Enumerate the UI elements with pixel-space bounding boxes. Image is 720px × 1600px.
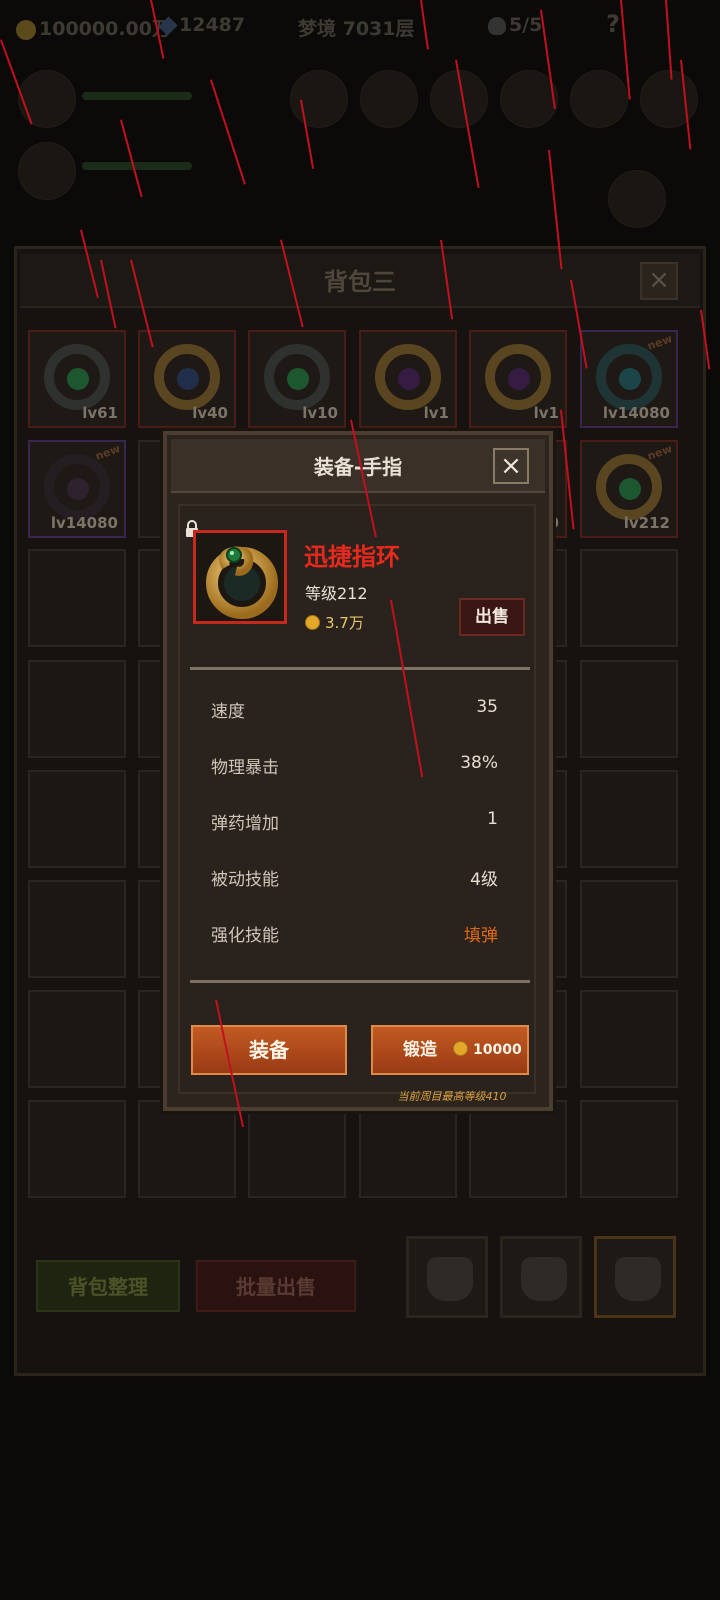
new-badge: new	[645, 442, 674, 463]
bag-slot[interactable]	[580, 660, 678, 758]
backpack-icon	[615, 1257, 661, 1301]
bag-item[interactable]: new lv14080	[580, 330, 678, 428]
max-level-note: 当前周目最高等级410	[397, 1090, 507, 1103]
divider	[190, 980, 530, 983]
new-badge: new	[645, 332, 674, 353]
bag-slot[interactable]	[28, 880, 126, 978]
hero-avatar[interactable]	[18, 142, 76, 200]
equip-slot-icon[interactable]	[570, 70, 628, 128]
bag-slot[interactable]	[580, 549, 678, 647]
item-icon-frame	[193, 530, 287, 624]
gem-icon	[158, 15, 178, 36]
ring-icon	[206, 546, 278, 619]
bag-slot[interactable]	[28, 770, 126, 868]
stat-value: 35	[476, 697, 498, 717]
bag-item[interactable]: lv61	[28, 330, 126, 428]
skull-counter: 5/5	[488, 14, 542, 36]
stat-value: 38%	[460, 753, 498, 773]
stat-label: 弹药增加	[211, 814, 279, 834]
coin-icon	[453, 1041, 468, 1056]
item-price: 3.7万	[305, 612, 364, 633]
backpack-icon	[427, 1257, 473, 1301]
hero-hp-bar	[82, 92, 192, 100]
bag-tab-1[interactable]	[406, 1236, 488, 1318]
bag-item[interactable]: new lv14080	[28, 440, 126, 538]
help-icon[interactable]: ?	[606, 10, 620, 38]
bag-slot[interactable]	[248, 1100, 346, 1198]
backpack-icon	[521, 1257, 567, 1301]
bag-close-button[interactable]: ×	[640, 262, 678, 300]
batch-sell-button[interactable]: 批量出售	[196, 1260, 356, 1312]
gem-icon	[508, 368, 530, 390]
item-level-label: lv212	[623, 514, 670, 532]
enhance-skill-value: 填弹	[464, 926, 498, 946]
hero-avatar[interactable]	[18, 70, 76, 128]
gem-icon	[619, 368, 641, 390]
stat-label: 被动技能	[211, 870, 279, 890]
stat-value: 1	[487, 809, 498, 829]
coin-icon	[16, 19, 36, 40]
stat-label: 速度	[211, 702, 245, 722]
item-level-label: lv14080	[602, 404, 670, 422]
close-icon: ×	[648, 265, 670, 295]
dialog-close-button[interactable]: ×	[493, 448, 529, 484]
bag-slot[interactable]	[580, 1100, 678, 1198]
bag-tab-2[interactable]	[500, 1236, 582, 1318]
gold-counter: 100000.00万	[16, 14, 171, 41]
stat-label: 强化技能	[211, 926, 279, 946]
hero-hp-bar	[82, 162, 192, 170]
item-level-label: lv61	[82, 404, 118, 422]
skull-icon	[488, 16, 506, 35]
rain-streak	[210, 79, 246, 185]
equip-slot-icon[interactable]	[360, 70, 418, 128]
gem-icon	[177, 368, 199, 390]
bag-slot[interactable]	[28, 1100, 126, 1198]
bag-item[interactable]: lv10	[248, 330, 346, 428]
sell-button[interactable]: 出售	[459, 598, 525, 636]
stat-label: 物理暴击	[211, 758, 279, 778]
equip-slot-icon[interactable]	[640, 70, 698, 128]
stat-value: 4级	[470, 870, 498, 890]
item-level-label: lv40	[192, 404, 228, 422]
bag-slot[interactable]	[28, 990, 126, 1088]
forge-cost: 10000	[453, 1027, 522, 1073]
bag-slot[interactable]	[580, 990, 678, 1088]
bag-slot[interactable]	[28, 549, 126, 647]
coin-icon	[305, 615, 320, 630]
close-icon: ×	[500, 451, 522, 481]
item-level-label: lv1	[423, 404, 449, 422]
bag-item[interactable]: new lv212	[580, 440, 678, 538]
item-level-label: lv10	[302, 404, 338, 422]
item-name: 迅捷指环	[304, 543, 400, 571]
bag-slot[interactable]	[580, 880, 678, 978]
bag-item[interactable]: lv1	[469, 330, 567, 428]
sort-bag-button[interactable]: 背包整理	[36, 1260, 180, 1312]
bag-slot[interactable]	[28, 660, 126, 758]
item-level-label: lv1	[533, 404, 559, 422]
gem-icon	[398, 368, 420, 390]
new-badge: new	[93, 442, 122, 463]
gem-counter: 12487	[158, 14, 245, 36]
bag-slot[interactable]	[469, 1100, 567, 1198]
top-bar: 100000.00万 12487 梦境 7031层 5/5 ?	[0, 0, 720, 52]
dream-level: 梦境 7031层	[298, 18, 415, 40]
bag-slot[interactable]	[138, 1100, 236, 1198]
rain-streak	[120, 119, 143, 198]
item-level: 等级212	[305, 584, 368, 603]
gem-icon	[67, 478, 89, 500]
item-level-label: lv14080	[50, 514, 118, 532]
bag-slot[interactable]	[359, 1100, 457, 1198]
divider	[190, 667, 530, 670]
forge-button[interactable]: 锻造 10000	[371, 1025, 529, 1075]
character-portrait[interactable]	[608, 170, 666, 228]
gem-icon	[287, 368, 309, 390]
equip-button[interactable]: 装备	[191, 1025, 347, 1075]
gem-icon	[619, 478, 641, 500]
bag-tab-3[interactable]	[594, 1236, 676, 1318]
forge-label: 锻造	[403, 1040, 437, 1060]
equip-slot-icon[interactable]	[290, 70, 348, 128]
bag-slot[interactable]	[580, 770, 678, 868]
bag-item[interactable]: lv1	[359, 330, 457, 428]
gem-icon	[67, 368, 89, 390]
